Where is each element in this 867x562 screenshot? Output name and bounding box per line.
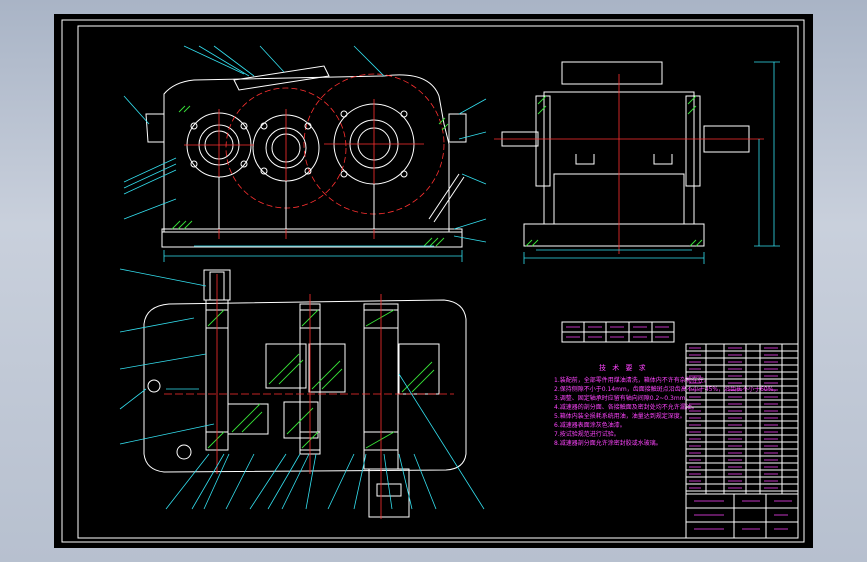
drawing-canvas: 技 术 要 求 1.装配前，全部零件用煤油清洗，箱体内不许有杂物存在。 2.保持… bbox=[54, 14, 813, 548]
title-block bbox=[685, 493, 799, 539]
cad-drawing: 技 术 要 求 1.装配前，全部零件用煤油清洗，箱体内不许有杂物存在。 2.保持… bbox=[61, 19, 805, 543]
tech-req-item: 3.调整、固定轴承时应留有轴向间隙0.2~0.3mm。 bbox=[554, 394, 692, 402]
outer-frame bbox=[61, 19, 805, 543]
tech-req-item: 4.减速器的剖分面、各接触面及密封处均不允许漏油。 bbox=[554, 403, 698, 411]
tech-req-item: 5.箱体内装全损耗系统用油，油量达到规定深度。 bbox=[554, 412, 686, 420]
front-view bbox=[123, 45, 487, 262]
top-view bbox=[119, 268, 485, 519]
tech-req-title: 技 术 要 求 bbox=[599, 363, 648, 372]
tech-req-item: 6.减速器表面涂灰色油漆。 bbox=[554, 421, 626, 429]
characteristics-table bbox=[561, 321, 675, 343]
tech-req-item: 8.减速器剖分面允许涂密封胶或水玻璃。 bbox=[554, 439, 662, 447]
tech-req-item: 7.按试验规范进行试验。 bbox=[554, 430, 620, 438]
parts-list bbox=[685, 343, 799, 495]
side-view bbox=[494, 61, 780, 264]
